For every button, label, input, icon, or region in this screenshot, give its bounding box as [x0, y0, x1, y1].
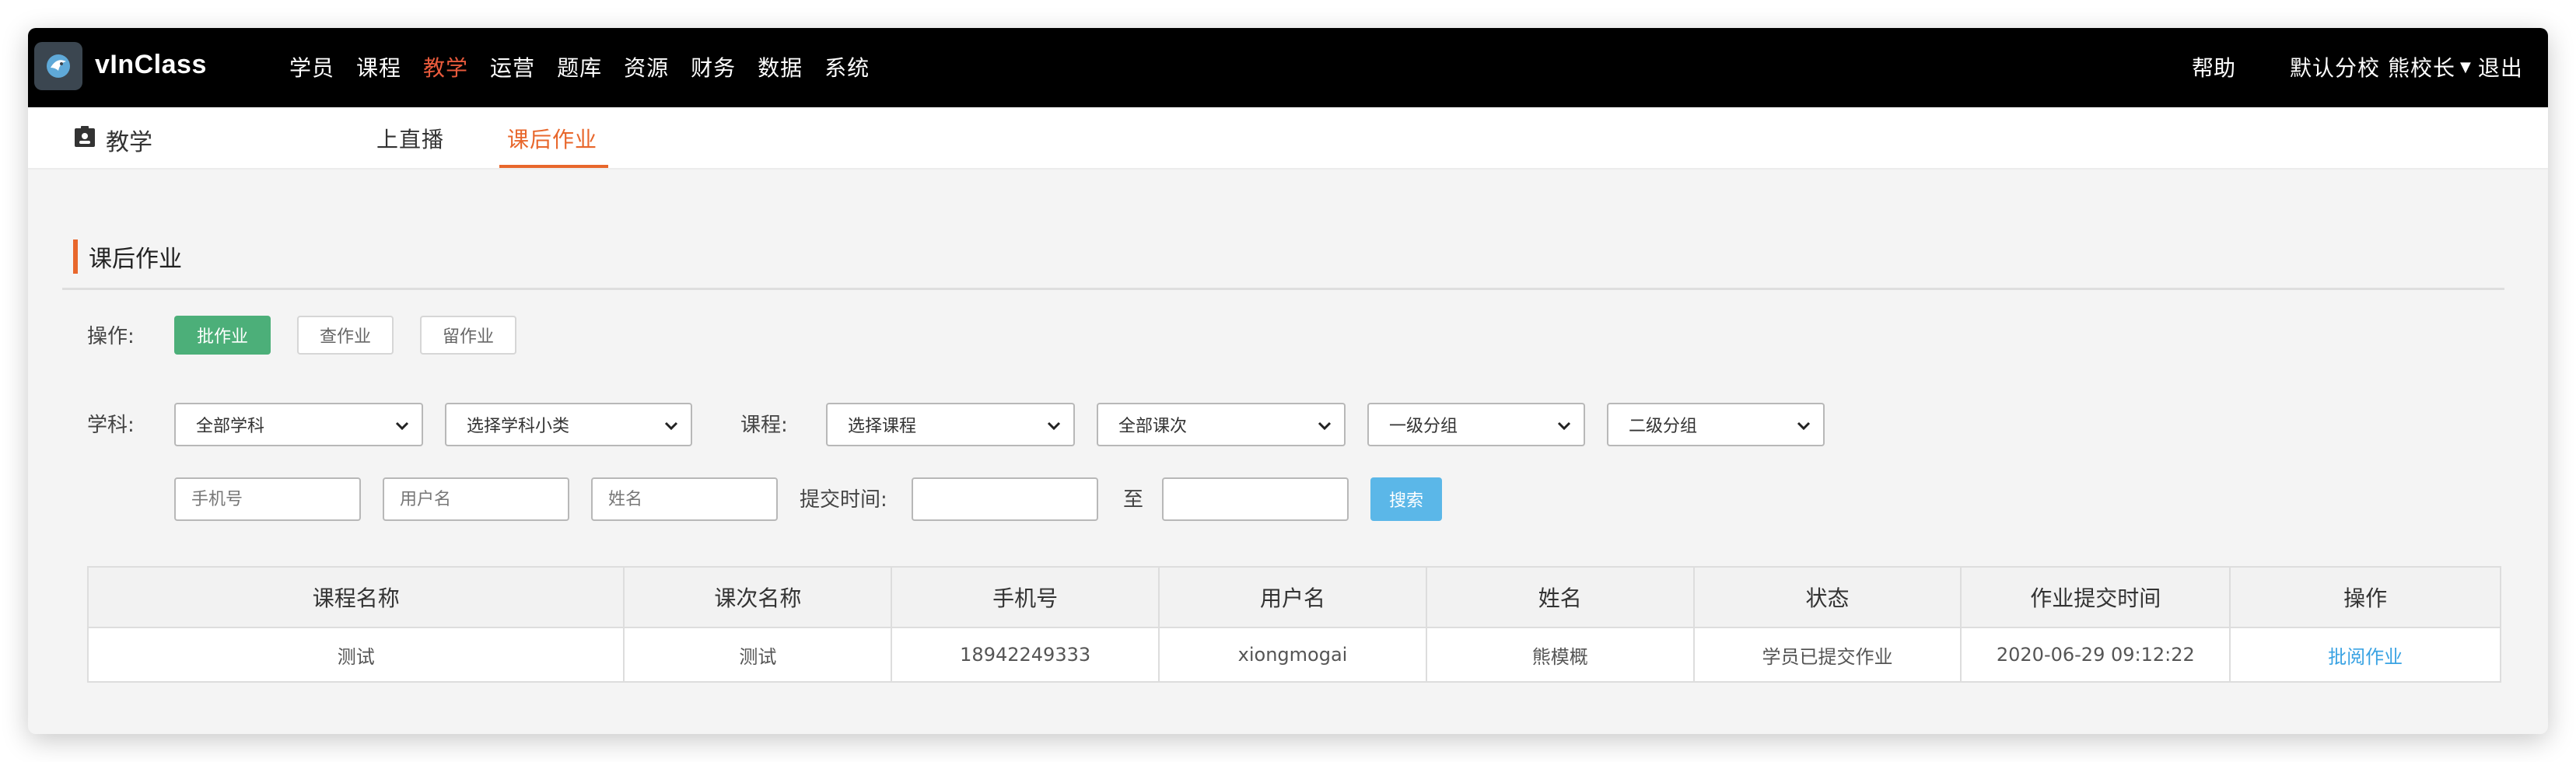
cell-lesson: 测试	[623, 627, 893, 683]
cell-username: xiongmogai	[1158, 627, 1427, 683]
operations-label: 操作:	[87, 325, 135, 348]
username-input[interactable]	[383, 477, 569, 521]
nav-item-courses[interactable]: 课程	[356, 51, 401, 82]
phone-input[interactable]	[174, 477, 361, 521]
section-title: 教学	[73, 123, 152, 157]
app-window: vInClass 学员 课程 教学 运营 题库 资源 财务 数据 系统 帮助 默…	[28, 28, 2548, 734]
help-link[interactable]: 帮助	[2192, 51, 2235, 82]
homework-table: 课程名称 课次名称 手机号 用户名 姓名 状态 作业提交时间 操作 测试 测试 …	[86, 566, 2501, 683]
nav-item-system[interactable]: 系统	[824, 51, 870, 82]
subject-label: 学科:	[87, 414, 135, 437]
course-select-value: 选择课程	[848, 417, 917, 436]
cell-name: 熊模概	[1425, 627, 1695, 683]
table-header-row: 课程名称 课次名称 手机号 用户名 姓名 状态 作业提交时间 操作	[86, 566, 2501, 628]
subcategory-select-value: 选择学科小类	[467, 417, 570, 436]
start-date-input[interactable]	[912, 477, 1098, 521]
to-label: 至	[1123, 488, 1144, 512]
view-homework-button[interactable]: 查作业	[297, 316, 394, 355]
grade-homework-button[interactable]: 批作业	[174, 316, 271, 355]
lesson-select-value: 全部课次	[1118, 417, 1188, 436]
chevron-down-icon	[1557, 421, 1571, 431]
group1-select[interactable]: 一级分组	[1367, 403, 1585, 446]
subject-select-value: 全部学科	[196, 417, 265, 436]
cell-course: 测试	[86, 627, 625, 683]
nav-item-data[interactable]: 数据	[758, 51, 803, 82]
col-header-username: 用户名	[1158, 566, 1427, 628]
section-title-text: 教学	[106, 129, 152, 156]
col-header-action: 操作	[2229, 566, 2501, 628]
chevron-down-icon	[1318, 421, 1332, 431]
group2-select[interactable]: 二级分组	[1607, 403, 1825, 446]
course-label: 课程:	[740, 414, 788, 437]
chevron-down-icon	[664, 421, 678, 431]
col-header-course: 课程名称	[86, 566, 625, 628]
panel-heading: 课后作业	[73, 239, 182, 274]
review-homework-link[interactable]: 批阅作业	[2229, 627, 2501, 683]
teaching-badge-icon	[73, 125, 96, 155]
divider	[62, 288, 2504, 290]
col-header-name: 姓名	[1425, 566, 1695, 628]
chevron-down-icon	[1047, 421, 1061, 431]
nav-item-operations[interactable]: 运营	[490, 51, 535, 82]
cell-status: 学员已提交作业	[1692, 627, 1962, 683]
col-header-phone: 手机号	[891, 566, 1160, 628]
group2-select-value: 二级分组	[1629, 417, 1698, 436]
subcategory-select[interactable]: 选择学科小类	[445, 403, 692, 446]
lesson-select[interactable]: 全部课次	[1097, 403, 1346, 446]
cell-phone: 18942249333	[891, 627, 1160, 683]
table-row: 测试 测试 18942249333 xiongmogai 熊模概 学员已提交作业…	[86, 627, 2501, 683]
caret-down-icon[interactable]: ▼	[2460, 59, 2472, 75]
brand-name[interactable]: vInClass	[95, 50, 207, 80]
subject-select[interactable]: 全部学科	[174, 403, 423, 446]
nav-item-students[interactable]: 学员	[289, 51, 334, 82]
name-input[interactable]	[591, 477, 778, 521]
col-header-status: 状态	[1692, 566, 1962, 628]
chevron-down-icon	[395, 421, 409, 431]
sub-navbar: 教学 上直播 课后作业	[28, 107, 2548, 170]
col-header-lesson: 课次名称	[623, 566, 893, 628]
heading-accent-bar	[73, 239, 78, 274]
panel-title: 课后作业	[89, 246, 182, 273]
search-button[interactable]: 搜索	[1370, 477, 1442, 521]
nav-item-question-bank[interactable]: 题库	[557, 51, 602, 82]
end-date-input[interactable]	[1162, 477, 1349, 521]
cell-submit-time: 2020-06-29 09:12:22	[1960, 627, 2231, 683]
nav-item-resources[interactable]: 资源	[624, 51, 669, 82]
nav-item-finance[interactable]: 财务	[691, 51, 736, 82]
tab-live[interactable]: 上直播	[376, 123, 444, 154]
user-menu: 默认分校 熊校长 ▼ 退出	[2290, 51, 2523, 82]
top-navbar: vInClass 学员 课程 教学 运营 题库 资源 财务 数据 系统 帮助 默…	[28, 28, 2548, 107]
main-nav: 学员 课程 教学 运营 题库 资源 财务 数据 系统	[289, 51, 891, 82]
col-header-submit-time: 作业提交时间	[1960, 566, 2231, 628]
vinclass-logo-icon[interactable]	[34, 42, 82, 90]
submit-time-label: 提交时间:	[800, 488, 887, 512]
tab-homework[interactable]: 课后作业	[507, 123, 597, 154]
assign-homework-button[interactable]: 留作业	[420, 316, 516, 355]
group1-select-value: 一级分组	[1389, 417, 1458, 436]
course-select[interactable]: 选择课程	[826, 403, 1075, 446]
chevron-down-icon	[1797, 421, 1811, 431]
nav-item-teaching[interactable]: 教学	[423, 51, 468, 82]
active-tab-indicator	[499, 165, 608, 168]
logout-link[interactable]: 退出	[2478, 51, 2523, 82]
user-name[interactable]: 熊校长	[2388, 51, 2455, 82]
campus-name: 默认分校	[2290, 55, 2381, 81]
